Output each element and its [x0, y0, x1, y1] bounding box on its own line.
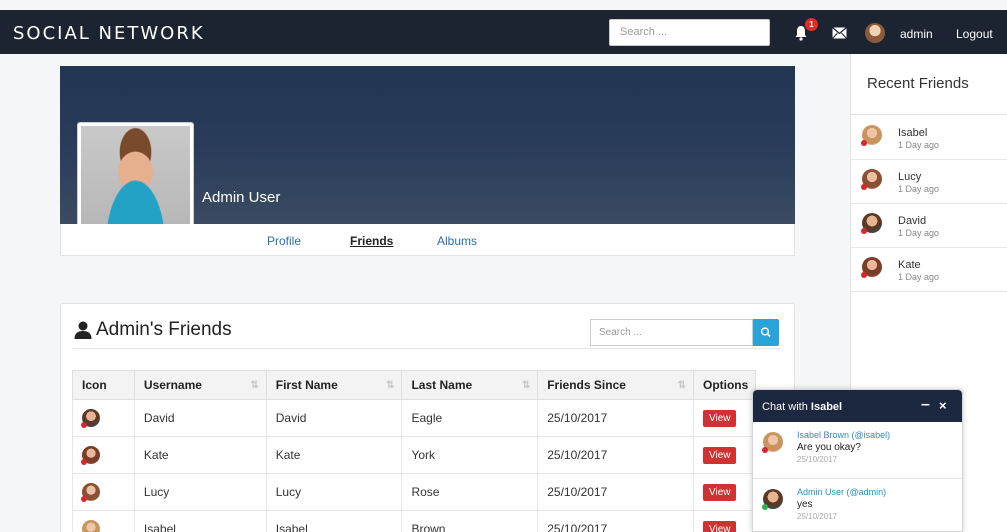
brand-logo[interactable]: SOCIAL NETWORK: [13, 23, 205, 44]
recent-friend-name: Lucy: [898, 171, 922, 183]
recent-friend-name: Isabel: [898, 127, 928, 139]
mail-icon[interactable]: [832, 27, 847, 39]
divider: [753, 478, 962, 479]
table-row: David David Eagle 25/10/2017 View: [72, 399, 757, 437]
view-button[interactable]: View: [702, 520, 737, 532]
top-search-input[interactable]: Search ...: [609, 19, 770, 46]
chat-header[interactable]: Chat with Isabel – ×: [753, 390, 962, 422]
cell-username: David: [133, 399, 267, 437]
message-author[interactable]: Isabel Brown (@isabel): [797, 430, 890, 440]
user-icon: [74, 321, 92, 339]
col-first-name[interactable]: First Name ⇅: [265, 370, 403, 400]
table-row: Lucy Lucy Rose 25/10/2017 View: [72, 473, 757, 511]
cell-last-name: Brown: [401, 510, 539, 532]
avatar: [81, 483, 100, 502]
divider: [73, 348, 781, 349]
cell-last-name: Eagle: [401, 399, 539, 437]
cell-friends-since: 25/10/2017: [537, 473, 694, 511]
avatar: [861, 213, 882, 234]
recent-friend-item[interactable]: Lucy 1 Day ago: [851, 160, 1007, 204]
view-button[interactable]: View: [702, 446, 737, 464]
avatar: [762, 432, 783, 453]
profile-name: Admin User: [202, 189, 281, 206]
cell-username: Kate: [133, 436, 267, 474]
cell-friends-since: 25/10/2017: [537, 436, 694, 474]
cell-username: Isabel: [133, 510, 267, 532]
tab-friends[interactable]: Friends: [350, 234, 393, 248]
cell-friends-since: 25/10/2017: [537, 399, 694, 437]
sort-icon[interactable]: ⇅: [678, 380, 686, 391]
username-link[interactable]: admin: [900, 27, 933, 41]
profile-nav: Profile Friends Albums: [60, 224, 795, 256]
col-friends-since[interactable]: Friends Since ⇅: [537, 370, 694, 400]
sidebar-title: Recent Friends: [867, 75, 969, 92]
table-row: Kate Kate York 25/10/2017 View: [72, 436, 757, 474]
view-button[interactable]: View: [702, 409, 737, 427]
sort-icon[interactable]: ⇅: [250, 380, 258, 391]
tab-albums[interactable]: Albums: [437, 234, 477, 248]
col-username[interactable]: Username ⇅: [133, 370, 267, 400]
avatar: [762, 489, 783, 510]
message-time: 25/10/2017: [797, 512, 838, 521]
table-header-row: Icon Username ⇅ First Name ⇅ Last Name ⇅ Fr…: [72, 370, 757, 400]
cell-friends-since: 25/10/2017: [537, 510, 694, 532]
avatar: [82, 520, 100, 532]
cell-first-name: Kate: [265, 436, 403, 474]
recent-friend-time: 1 Day ago: [898, 184, 940, 194]
recent-friend-item[interactable]: David 1 Day ago: [851, 204, 1007, 248]
sort-icon[interactable]: ⇅: [522, 380, 530, 391]
recent-friend-time: 1 Day ago: [898, 272, 940, 282]
message-time: 25/10/2017: [797, 455, 838, 464]
avatar: [861, 125, 882, 146]
logout-link[interactable]: Logout: [956, 27, 993, 41]
recent-friend-time: 1 Day ago: [898, 228, 940, 238]
cell-first-name: Isabel: [265, 510, 403, 532]
cell-last-name: Rose: [401, 473, 539, 511]
tab-profile[interactable]: Profile: [267, 234, 301, 248]
search-button[interactable]: [753, 319, 779, 346]
friends-table: Icon Username ⇅ First Name ⇅ Last Name ⇅ Fr…: [72, 370, 757, 532]
cell-last-name: York: [401, 436, 539, 474]
search-icon: [760, 327, 771, 338]
col-options: Options: [692, 370, 757, 400]
profile-picture: [77, 122, 194, 239]
avatar: [861, 257, 882, 278]
top-navbar: SOCIAL NETWORK Search ... 1 admin Logout: [0, 10, 1007, 54]
recent-friend-item[interactable]: Isabel 1 Day ago: [851, 116, 1007, 160]
message-author[interactable]: Admin User (@admin): [797, 487, 886, 497]
recent-friend-name: David: [898, 215, 927, 227]
avatar: [81, 446, 100, 465]
minimize-button[interactable]: –: [921, 396, 930, 414]
cell-username: Lucy: [133, 473, 267, 511]
close-button[interactable]: ×: [939, 398, 947, 413]
recent-friend-time: 1 Day ago: [898, 140, 940, 150]
avatar: [861, 169, 882, 190]
sort-icon[interactable]: ⇅: [386, 380, 394, 391]
view-button[interactable]: View: [702, 483, 737, 501]
message-text: Are you okay?: [797, 442, 861, 453]
chat-title: Chat with Isabel: [762, 401, 843, 413]
message-text: yes: [797, 499, 813, 510]
recent-friend-item[interactable]: Kate 1 Day ago: [851, 248, 1007, 292]
cell-first-name: David: [265, 399, 403, 437]
divider: [851, 114, 1007, 115]
chat-window: Chat with Isabel – × Isabel Brown (@isab…: [752, 389, 963, 532]
col-icon: Icon: [72, 370, 135, 400]
cell-first-name: Lucy: [265, 473, 403, 511]
avatar: [81, 409, 100, 428]
friends-search-input[interactable]: Search ...: [590, 319, 753, 346]
user-avatar[interactable]: [865, 23, 885, 43]
table-row: Isabel Isabel Brown 25/10/2017 View: [72, 510, 757, 532]
col-last-name[interactable]: Last Name ⇅: [401, 370, 539, 400]
panel-title: Admin's Friends: [96, 319, 232, 340]
recent-friend-name: Kate: [898, 259, 921, 271]
notification-badge: 1: [805, 18, 818, 31]
